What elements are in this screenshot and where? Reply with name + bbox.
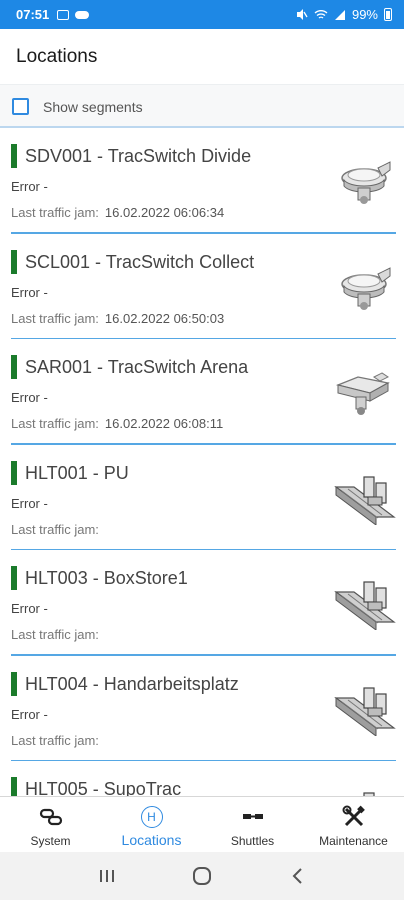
tools-icon <box>342 805 365 827</box>
tab-locations-label: Locations <box>121 832 182 848</box>
h-circle-icon: H <box>140 806 163 828</box>
rail-stop-icon <box>334 686 396 736</box>
location-error: Error - <box>11 179 48 194</box>
jam-value: 16.02.2022 06:06:34 <box>104 205 225 220</box>
jam-value: 16.02.2022 06:08:11 <box>104 416 224 431</box>
tab-system[interactable]: System <box>0 797 101 852</box>
list-item[interactable]: HLT004 - Handarbeitsplatz Error - Last t… <box>11 656 396 761</box>
gallery-icon <box>57 9 70 20</box>
tab-system-label: System <box>30 834 71 848</box>
status-indicator <box>11 144 17 168</box>
jam-label: Last traffic jam: <box>11 732 99 748</box>
location-name: SCL001 - TracSwitch Collect <box>25 251 255 272</box>
jam-label: Last traffic jam: <box>11 205 99 220</box>
locations-list[interactable]: SDV001 - TracSwitch Divide Error - Last … <box>0 128 404 796</box>
tab-maintenance[interactable]: Maintenance <box>303 797 404 852</box>
tracswitch-icon <box>341 266 391 310</box>
location-error: Error - <box>11 495 48 511</box>
status-bar: 07:51 99% <box>0 0 404 29</box>
link-icon <box>39 808 62 826</box>
status-indicator <box>11 355 17 379</box>
home-icon[interactable] <box>187 861 217 891</box>
show-segments-row[interactable]: Show segments <box>0 84 404 128</box>
cloud-icon <box>75 10 90 19</box>
list-item[interactable]: HLT003 - BoxStore1 Error - Last traffic … <box>11 550 396 656</box>
location-name: HLT003 - BoxStore1 <box>25 568 188 588</box>
location-name: HLT004 - Handarbeitsplatz <box>25 673 239 694</box>
page-title: Locations <box>16 45 98 67</box>
wifi-icon <box>314 9 328 19</box>
bottom-nav: System H Locations Shuttles Maintenance <box>0 796 404 852</box>
status-indicator <box>11 777 17 796</box>
last-traffic-jam: Last traffic jam: 16.02.2022 06:08:11 <box>11 416 223 431</box>
status-indicator <box>11 566 17 590</box>
list-item[interactable]: HLT001 - PU Error - Last traffic jam: <box>11 445 396 550</box>
tab-shuttles[interactable]: Shuttles <box>202 797 303 852</box>
last-traffic-jam: Last traffic jam: 16.02.2022 06:50:03 <box>11 311 224 326</box>
location-name: SDV001 - TracSwitch Divide <box>25 146 252 166</box>
jam-label: Last traffic jam: <box>11 521 99 537</box>
tab-locations[interactable]: H Locations <box>101 797 202 852</box>
show-segments-label: Show segments <box>43 98 143 115</box>
location-name: HLT001 - PU <box>25 462 129 483</box>
tracswitch-arena-icon <box>335 372 390 415</box>
last-traffic-jam: Last traffic jam: <box>11 522 105 537</box>
status-indicator <box>11 460 17 485</box>
jam-label: Last traffic jam: <box>11 416 99 431</box>
location-error: Error - <box>11 284 48 300</box>
battery-percent: 99% <box>351 7 378 22</box>
mute-icon <box>296 9 308 20</box>
show-segments-checkbox[interactable] <box>12 98 29 115</box>
recents-icon[interactable] <box>92 861 122 891</box>
list-item[interactable]: SAR001 - TracSwitch Arena Error - Last t… <box>11 339 396 445</box>
last-traffic-jam: Last traffic jam: <box>11 733 105 748</box>
shuttle-icon <box>242 814 263 819</box>
location-error: Error - <box>11 601 48 616</box>
signal-icon <box>334 9 345 20</box>
status-time: 07:51 <box>16 7 50 22</box>
location-error: Error - <box>11 706 48 722</box>
rail-stop-icon <box>334 581 396 630</box>
rail-stop-icon <box>363 792 375 796</box>
back-icon[interactable] <box>282 861 312 891</box>
list-item[interactable]: HLT005 - SupoTrac <box>11 761 396 796</box>
last-traffic-jam: Last traffic jam: 16.02.2022 06:06:34 <box>11 205 224 220</box>
location-name: HLT005 - SupoTrac <box>25 779 182 796</box>
jam-value: 16.02.2022 06:50:03 <box>104 310 225 326</box>
tracswitch-icon <box>341 161 391 204</box>
jam-label: Last traffic jam: <box>11 310 99 326</box>
tab-maintenance-label: Maintenance <box>319 834 388 848</box>
app-bar: Locations <box>0 29 404 84</box>
rail-stop-icon <box>334 475 396 525</box>
status-indicator <box>11 249 17 274</box>
battery-icon <box>384 8 392 21</box>
list-item[interactable]: SCL001 - TracSwitch Collect Error - Last… <box>11 234 396 339</box>
status-indicator <box>11 671 17 696</box>
last-traffic-jam: Last traffic jam: <box>11 627 105 642</box>
location-name: SAR001 - TracSwitch Arena <box>25 357 249 377</box>
tab-shuttles-label: Shuttles <box>230 834 275 848</box>
system-nav <box>0 852 404 900</box>
location-error: Error - <box>11 390 48 405</box>
list-item[interactable]: SDV001 - TracSwitch Divide Error - Last … <box>11 128 396 234</box>
jam-label: Last traffic jam: <box>11 627 99 642</box>
